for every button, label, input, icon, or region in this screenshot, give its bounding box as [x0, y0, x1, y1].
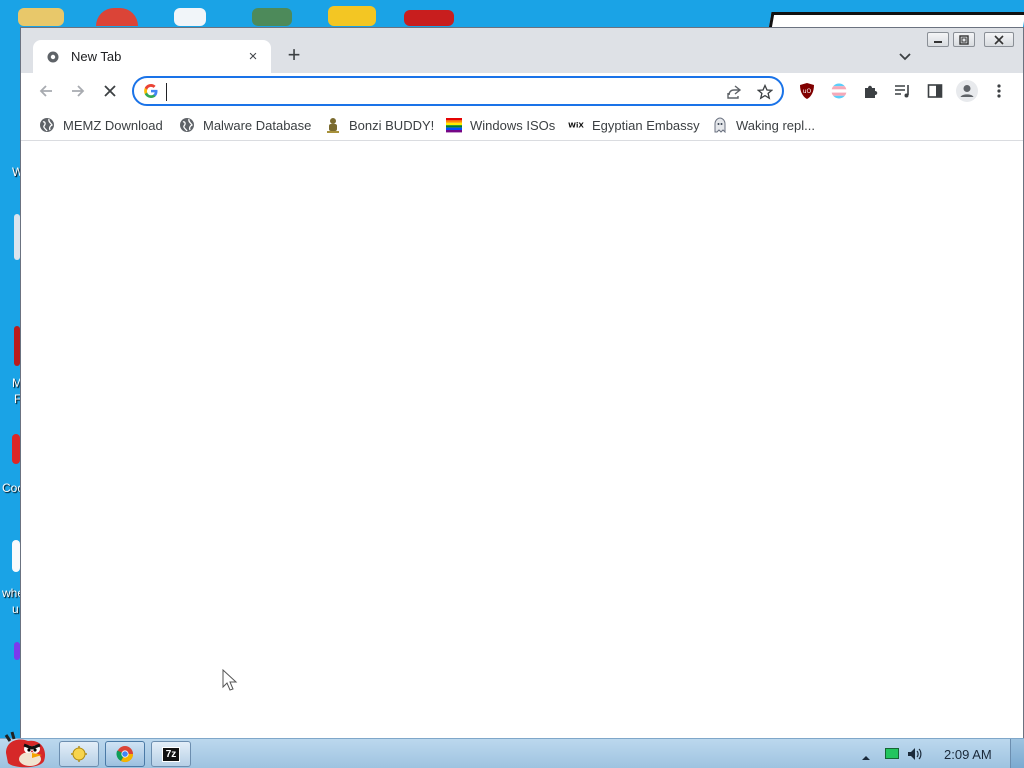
- taskbar-explorer-button[interactable]: [59, 741, 99, 767]
- bookmark-label: MEMZ Download: [63, 117, 163, 133]
- ublock-icon[interactable]: uO: [796, 80, 818, 102]
- bookmark-label: Bonzi BUDDY!: [349, 117, 435, 133]
- tab-search-icon[interactable]: [895, 46, 915, 66]
- desktop-icon-game[interactable]: [328, 6, 376, 26]
- desktop-icon-left-4[interactable]: [12, 540, 20, 572]
- tab-title: New Tab: [71, 49, 122, 64]
- taskbar-clock[interactable]: 2:09 AM: [944, 747, 992, 762]
- minimize-button[interactable]: [927, 32, 949, 47]
- volume-icon[interactable]: [906, 746, 922, 762]
- profile-icon[interactable]: [956, 80, 978, 102]
- rainbow-flag-icon: [446, 117, 462, 133]
- show-desktop-button[interactable]: [1010, 739, 1024, 768]
- bookmark-label: Egyptian Embassy: [592, 117, 700, 133]
- page-content[interactable]: [21, 142, 1023, 739]
- text-caret: [166, 83, 167, 101]
- desktop-icon-cards[interactable]: [174, 8, 206, 26]
- taskbar-chrome-button[interactable]: [105, 741, 145, 767]
- globe-icon: [179, 117, 195, 133]
- start-button-angry-bird-icon[interactable]: [0, 731, 52, 768]
- bookmark-star-icon[interactable]: [755, 82, 775, 102]
- toolbar: uO: [21, 73, 1023, 109]
- google-g-icon: [143, 83, 159, 99]
- bonzi-icon: [325, 117, 341, 133]
- bookmark-memz-download[interactable]: MEMZ Download: [39, 116, 163, 134]
- forward-button[interactable]: [66, 79, 90, 103]
- svg-text:uO: uO: [803, 88, 812, 95]
- network-icon[interactable]: [885, 748, 899, 759]
- bookmark-egyptian-embassy[interactable]: WiX Egyptian Embassy: [568, 116, 700, 134]
- desktop-label-u: u: [12, 602, 19, 616]
- new-tab-button[interactable]: +: [283, 44, 305, 67]
- puzzle-icon[interactable]: [860, 80, 882, 102]
- bookmark-windows-isos[interactable]: Windows ISOs: [446, 116, 555, 134]
- chrome-window: New Tab × + uO MEMZ Download Malware Dat…: [20, 27, 1024, 740]
- globe-icon: [39, 117, 55, 133]
- chrome-favicon-icon: [45, 49, 61, 65]
- bookmark-waking-repl[interactable]: Waking repl...: [712, 116, 815, 134]
- wix-icon: WiX: [568, 117, 584, 133]
- media-icon[interactable]: [892, 80, 914, 102]
- address-bar[interactable]: [132, 76, 784, 106]
- share-icon[interactable]: [724, 82, 744, 102]
- back-button[interactable]: [34, 79, 58, 103]
- tab-new-tab[interactable]: New Tab ×: [33, 40, 271, 73]
- bookmark-malware-database[interactable]: Malware Database: [179, 116, 311, 134]
- show-hidden-icons-icon[interactable]: [862, 749, 870, 760]
- bookmark-label: Malware Database: [203, 117, 312, 133]
- desktop-icon-chrome[interactable]: [96, 8, 138, 26]
- bookmark-label: Waking repl...: [736, 117, 815, 133]
- desktop-icon-red[interactable]: [404, 10, 454, 26]
- address-input[interactable]: [166, 82, 706, 102]
- side-panel-icon[interactable]: [924, 80, 946, 102]
- close-window-button[interactable]: [984, 32, 1014, 47]
- taskbar-7zip-button[interactable]: 7z: [151, 741, 191, 767]
- wix-logo-text: WiX: [568, 121, 584, 130]
- trans-flag-icon[interactable]: [828, 80, 850, 102]
- desktop-icon-shield[interactable]: [252, 8, 292, 26]
- tab-close-icon[interactable]: ×: [245, 48, 261, 65]
- restore-button[interactable]: [953, 32, 975, 47]
- desktop-icon-folder[interactable]: [18, 8, 64, 26]
- bookmark-bonzi-buddy[interactable]: Bonzi BUDDY!: [325, 116, 434, 134]
- desktop-icon-left-3[interactable]: [12, 434, 20, 464]
- stop-loading-button[interactable]: [98, 79, 122, 103]
- ghost-icon: [712, 117, 728, 133]
- mouse-cursor-icon: [222, 668, 238, 698]
- menu-icon[interactable]: [988, 80, 1010, 102]
- taskbar: 7z 2:09 AM: [0, 731, 1024, 768]
- tab-strip: New Tab × +: [21, 28, 1023, 73]
- bookmark-label: Windows ISOs: [470, 117, 556, 133]
- 7zip-icon: 7z: [161, 746, 181, 762]
- bookmarks-bar: MEMZ Download Malware Database Bonzi BUD…: [21, 109, 1023, 141]
